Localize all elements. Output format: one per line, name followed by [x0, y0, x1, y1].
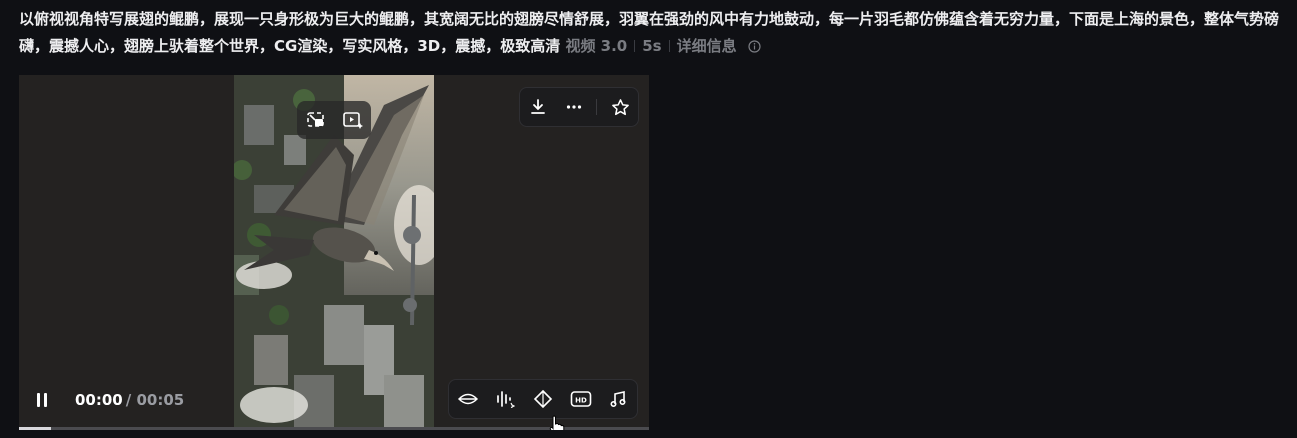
pause-icon[interactable] [37, 393, 51, 407]
download-icon[interactable] [525, 94, 551, 120]
frame-interpolation-icon[interactable] [530, 386, 556, 412]
video-spark-icon[interactable] [340, 107, 366, 133]
separator [634, 40, 636, 52]
picture-in-picture-icon[interactable] [303, 107, 329, 133]
svg-text:HD: HD [575, 396, 587, 404]
prompt-text-block: 以俯视视角特写展翅的鲲鹏，展现一只身形极为巨大的鲲鹏，其宽阔无比的翅膀尽情舒展，… [19, 6, 1289, 62]
current-time: 00:00 [75, 391, 123, 409]
separator [668, 40, 670, 52]
star-icon[interactable] [607, 94, 633, 120]
model-label: 视频 3.0 [565, 37, 628, 55]
bottom-toolbar: HD [448, 379, 638, 419]
video-player[interactable]: HD 00:00 / 00:05 [19, 75, 649, 430]
duration-label: 5s [642, 37, 662, 55]
hd-icon[interactable]: HD [568, 386, 594, 412]
total-time: / 00:05 [125, 391, 185, 409]
info-icon[interactable] [748, 35, 761, 62]
top-toolbar [519, 87, 639, 127]
pip-toolbar [297, 101, 371, 139]
progress-fill [19, 427, 51, 430]
audio-wave-icon[interactable] [492, 386, 518, 412]
lip-sync-icon[interactable] [455, 386, 481, 412]
details-link[interactable]: 详细信息 [677, 37, 737, 55]
more-icon[interactable] [561, 94, 587, 120]
mouse-cursor-icon [549, 415, 565, 430]
toolbar-divider [596, 99, 598, 115]
music-icon[interactable] [605, 386, 631, 412]
playback-controls: 00:00 / 00:05 [37, 389, 184, 411]
